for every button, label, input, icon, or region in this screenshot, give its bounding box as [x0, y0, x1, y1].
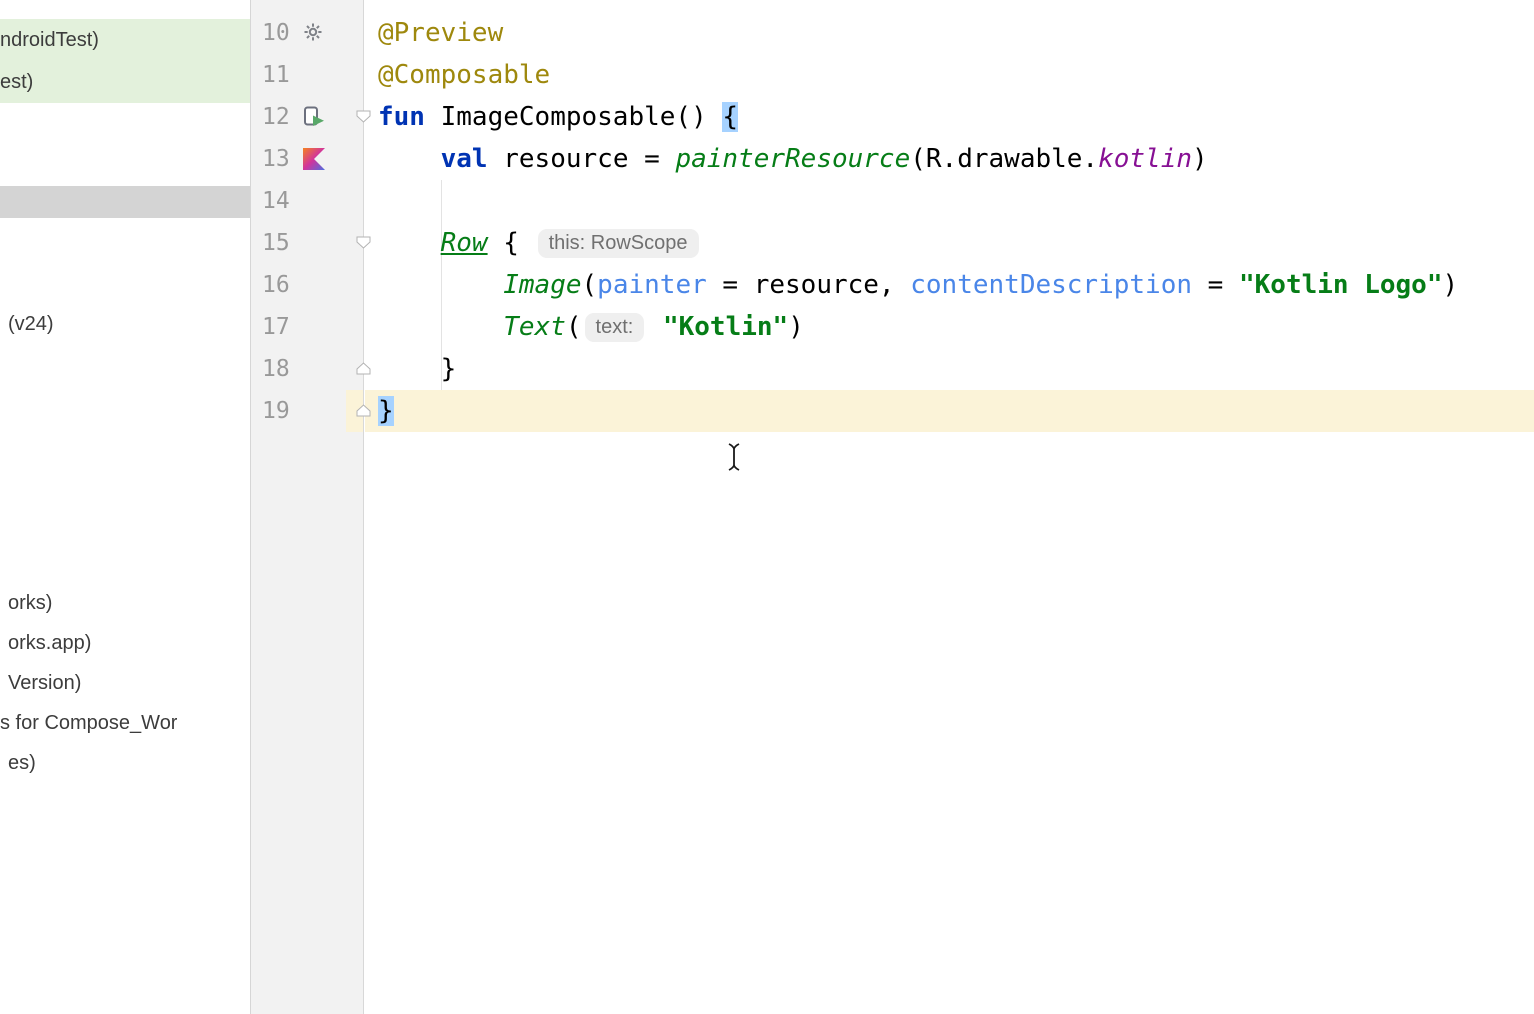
code-line[interactable] [365, 180, 1534, 222]
line-number: 12 [262, 96, 290, 138]
tree-item[interactable]: Version) [8, 663, 81, 703]
gear-icon[interactable] [303, 22, 325, 44]
line-number: 15 [262, 222, 290, 264]
code-token: { [488, 228, 535, 258]
kotlin-logo-icon[interactable] [303, 148, 325, 170]
code-token: @Composable [378, 60, 550, 90]
code-token: contentDescription [910, 270, 1192, 300]
tree-selected-row[interactable] [0, 186, 250, 218]
fold-marker-icon[interactable] [356, 110, 371, 123]
fold-marker-icon[interactable] [356, 404, 371, 417]
code-editor[interactable]: @Preview @Composable fun ImageComposable()… [365, 0, 1534, 1014]
gutter-row: 12 [251, 96, 363, 138]
code-token: "Kotlin Logo" [1239, 270, 1443, 300]
line-number: 19 [262, 390, 290, 432]
gutter-row: 14 [251, 180, 363, 222]
gutter-row: 15 [251, 222, 363, 264]
fold-marker-icon[interactable] [356, 362, 371, 375]
tree-item[interactable]: orks) [8, 583, 52, 623]
code-line[interactable]: Text(text: "Kotlin") [365, 306, 1534, 348]
gutter-row: 11 [251, 54, 363, 96]
code-token: ImageComposable() [425, 102, 722, 132]
code-token: painter [597, 270, 707, 300]
line-number: 10 [262, 12, 290, 54]
fold-marker-icon[interactable] [356, 236, 371, 249]
code-line[interactable]: fun ImageComposable() { [365, 96, 1534, 138]
code-line[interactable]: } [365, 390, 1534, 432]
code-token: painterResource [675, 144, 910, 174]
gutter-row: 19 [251, 390, 363, 432]
line-number: 14 [262, 180, 290, 222]
line-number: 16 [262, 264, 290, 306]
code-token [378, 144, 441, 174]
tree-item[interactable]: ndroidTest) [0, 19, 250, 61]
code-token: resource = [488, 144, 676, 174]
tree-item[interactable]: s for Compose_Wor [0, 703, 177, 743]
code-token: val [441, 144, 488, 174]
run-preview-icon[interactable] [303, 106, 325, 128]
code-token: } [378, 396, 394, 426]
line-number: 17 [262, 306, 290, 348]
code-token: (R.drawable. [910, 144, 1098, 174]
gutter-row: 13 [251, 138, 363, 180]
code-token: ) [1192, 144, 1208, 174]
editor-gutter: 10111213141516171819 [251, 0, 364, 1014]
code-token: = resource, [707, 270, 911, 300]
code-token: fun [378, 102, 425, 132]
gutter-row: 10 [251, 12, 363, 54]
code-line[interactable]: @Composable [365, 54, 1534, 96]
code-token: ) [788, 312, 804, 342]
line-number: 13 [262, 138, 290, 180]
inlay-hint-chip: text: [585, 313, 645, 342]
code-token: = [1192, 270, 1239, 300]
code-line[interactable]: @Preview [365, 12, 1534, 54]
inlay-hint-chip: this: RowScope [538, 229, 699, 258]
code-token: ( [582, 270, 598, 300]
code-line[interactable]: Row { this: RowScope [365, 222, 1534, 264]
code-token: { [722, 102, 738, 132]
code-token: Row [441, 228, 488, 258]
code-token: Text [503, 312, 566, 342]
code-token: @Preview [378, 18, 503, 48]
code-token [378, 228, 441, 258]
code-token: kotlin [1098, 144, 1192, 174]
code-token [378, 270, 503, 300]
code-line[interactable]: } [365, 348, 1534, 390]
gutter-row: 17 [251, 306, 363, 348]
gutter-row: 16 [251, 264, 363, 306]
code-token: ( [566, 312, 582, 342]
code-token: "Kotlin" [647, 312, 788, 342]
code-token [378, 312, 503, 342]
tree-item[interactable]: orks.app) [8, 623, 91, 663]
line-number: 18 [262, 348, 290, 390]
tree-item[interactable]: (v24) [8, 304, 54, 344]
code-token: Image [503, 270, 581, 300]
tree-item[interactable]: es) [8, 743, 36, 783]
tree-item-label: est) [0, 71, 33, 93]
tree-item[interactable]: est) [0, 61, 250, 103]
ide-window: ndroidTest) est) (v24) orks) orks.app) V… [0, 0, 1534, 1014]
gutter-row: 18 [251, 348, 363, 390]
code-line[interactable]: Image(painter = resource, contentDescrip… [365, 264, 1534, 306]
code-token: } [378, 354, 456, 384]
text-cursor-pointer-icon [725, 442, 743, 477]
project-tree-panel: ndroidTest) est) (v24) orks) orks.app) V… [0, 0, 251, 1014]
code-line[interactable]: val resource = painterResource(R.drawabl… [365, 138, 1534, 180]
tree-item-label: ndroidTest) [0, 29, 99, 51]
code-token: ) [1442, 270, 1458, 300]
tree-highlighted-rows: ndroidTest) est) [0, 19, 250, 103]
line-number: 11 [262, 54, 290, 96]
